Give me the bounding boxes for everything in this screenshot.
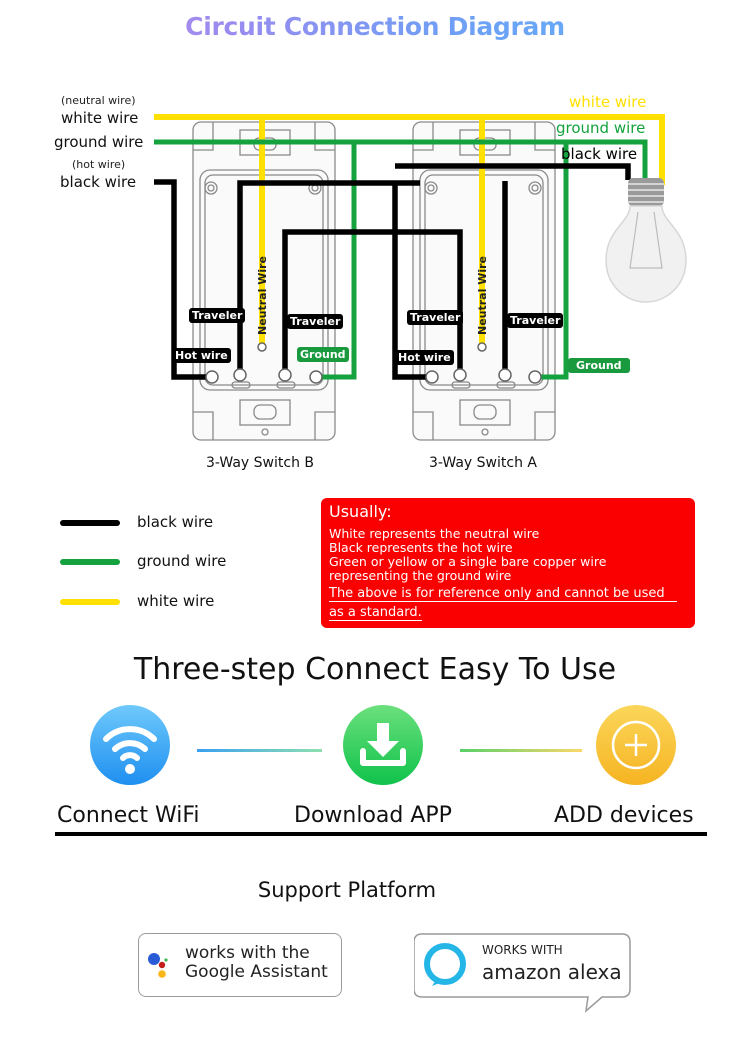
plus-icon xyxy=(596,705,676,785)
note-disclaimer: as a standard. xyxy=(329,605,422,621)
ground-wire-label: ground wire xyxy=(54,133,144,151)
alexa-badge-line1: WORKS WITH xyxy=(482,943,563,957)
switch-a-caption: 3-Way Switch A xyxy=(429,455,537,471)
note-heading: Usually: xyxy=(329,502,392,521)
ground-wire-label-right: ground wire xyxy=(556,119,646,137)
black-line-swatch xyxy=(60,520,120,526)
black-wire-label-right: black wire xyxy=(561,145,638,163)
google-assistant-badge: works with the Google Assistant xyxy=(138,933,342,997)
hot-wire-note: (hot wire) xyxy=(72,158,126,171)
white-wire-label: white wire xyxy=(61,109,139,127)
wifi-icon xyxy=(90,705,170,785)
hot-wire-tag: Hot wire xyxy=(172,348,231,363)
hot-wire-tag: Hot wire xyxy=(395,350,454,365)
traveler-tag: Traveler xyxy=(407,310,464,325)
steps-title: Three-step Connect Easy To Use xyxy=(133,652,617,687)
note-line: Green or yellow or a single bare copper … xyxy=(329,554,607,569)
light-bulb-icon xyxy=(605,178,687,303)
alexa-badge: WORKS WITH amazon alexa xyxy=(414,933,631,1013)
neutral-wire-tag: Neutral Wire xyxy=(476,256,489,335)
step-label-wifi: Connect WiFi xyxy=(57,803,200,828)
step-arrow xyxy=(460,749,582,752)
white-wire-label-right: white wire xyxy=(569,93,647,111)
neutral-wire-note: (neutral wire) xyxy=(61,94,136,107)
switch-b-caption: 3-Way Switch B xyxy=(206,455,314,471)
ground-tag: Ground xyxy=(568,358,630,373)
support-title: Support Platform xyxy=(257,878,437,902)
note-line: Black represents the hot wire xyxy=(329,540,513,555)
alexa-badge-line2: amazon alexa xyxy=(482,960,622,984)
google-badge-line2: Google Assistant xyxy=(185,962,328,982)
black-wire-label: black wire xyxy=(60,173,137,191)
step-label-download: Download APP xyxy=(294,803,452,828)
neutral-wire-tag: Neutral Wire xyxy=(256,256,269,335)
yellow-line-swatch xyxy=(60,599,120,605)
alexa-icon xyxy=(424,943,466,986)
legend-label: black wire xyxy=(137,513,214,531)
wire-color-note: Usually: White represents the neutral wi… xyxy=(321,498,695,628)
note-line: White represents the neutral wire xyxy=(329,526,540,541)
divider xyxy=(55,832,707,836)
note-disclaimer: The above is for reference only and cann… xyxy=(329,586,677,602)
legend-label: ground wire xyxy=(137,552,227,570)
note-line: representing the ground wire xyxy=(329,568,512,583)
legend-label: white wire xyxy=(137,592,215,610)
traveler-tag: Traveler xyxy=(287,314,344,329)
traveler-tag: Traveler xyxy=(189,308,246,323)
traveler-tag: Traveler xyxy=(507,313,564,328)
download-icon xyxy=(343,705,423,785)
step-arrow xyxy=(197,749,322,752)
google-assistant-icon xyxy=(148,953,168,978)
green-line-swatch xyxy=(60,559,120,565)
step-label-add: ADD devices xyxy=(554,803,694,828)
google-badge-line1: works with the xyxy=(185,943,310,963)
wiring-diagram xyxy=(154,114,687,441)
ground-tag: Ground xyxy=(297,347,349,362)
